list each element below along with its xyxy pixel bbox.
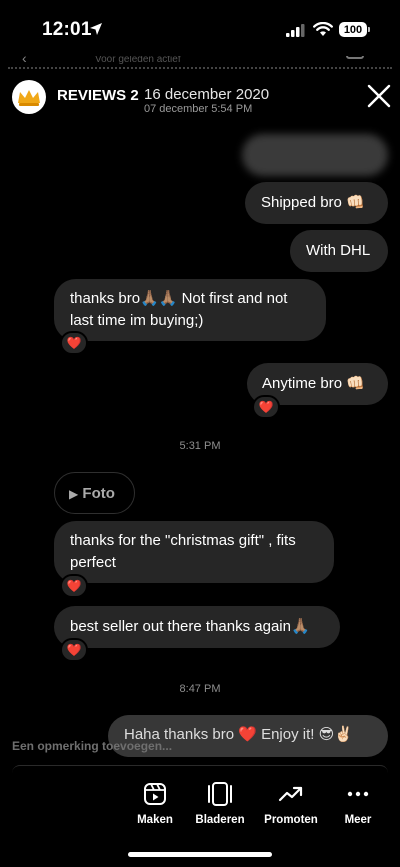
carousel-icon [208,782,232,806]
status-time: 12:01 [42,19,92,40]
battery-icon: 100 [339,22,367,37]
status-bar: 12:01 100 [0,0,400,62]
back-chevron-icon: ‹ [22,56,27,66]
toolbar-label: Meer [344,814,372,826]
story-header: REVIEWS 2 16 december 2020 07 december 5… [0,74,400,120]
battery-level: 100 [343,23,363,36]
account-name[interactable]: REVIEWS 2 [57,87,139,104]
message-bubble: thanks for the "christmas gift" , fits p… [54,521,334,583]
message-bubble: thanks bro🙏🏽🙏🏽 Not first and not last ti… [54,279,326,341]
timestamp: 8:47 PM [179,683,221,695]
story-date: 16 december 2020 [144,86,270,103]
video-call-icon [346,56,364,59]
toolbar-label: Maken [137,814,173,826]
promote-button[interactable]: Promoten [255,778,327,826]
comment-divider [12,765,388,773]
browse-button[interactable]: Bladeren [184,778,256,826]
message-bubble: With DHL [290,230,388,272]
toolbar-label: Promoten [264,814,318,826]
toolbar-label: Bladeren [195,814,245,826]
play-icon: ▶ [69,487,79,501]
avatar[interactable] [12,80,46,114]
message-text: With DHL [306,242,371,259]
more-button[interactable]: Meer [322,778,394,826]
photo-message[interactable]: ▶ Foto [54,472,135,514]
trend-up-icon [278,786,303,802]
more-icon [347,791,369,797]
message-text: best seller out there thanks again🙏🏽 [70,618,310,635]
message-text: thanks bro🙏🏽🙏🏽 Not first and not last ti… [70,290,288,329]
message-text: thanks for the "christmas gift" , fits p… [70,532,296,571]
heart-reaction[interactable]: ❤️ [60,331,88,355]
photo-label: Foto [82,485,115,502]
heart-reaction[interactable]: ❤️ [252,395,280,419]
message-bubble: best seller out there thanks again🙏🏽 [54,606,340,648]
message-text: Shipped bro 👊🏻 [261,194,365,211]
heart-reaction[interactable]: ❤️ [60,574,88,598]
message-text: Anytime bro 👊🏻 [262,375,365,392]
blurred-message [242,134,388,176]
battery-nub [368,27,370,32]
heart-reaction[interactable]: ❤️ [60,638,88,662]
home-indicator[interactable] [128,852,272,857]
background-strip: ‹ Voor geleden actief [0,56,400,70]
wifi-icon [313,22,333,36]
comment-input[interactable]: Een opmerking toevoegen... [12,739,172,753]
reel-icon [144,783,166,805]
story-subtitle: 07 december 5:54 PM [144,103,253,115]
crown-logo-icon [18,90,40,106]
dotted-divider [8,67,392,69]
bottom-toolbar: Maken Bladeren Promoten Meer [0,778,400,834]
close-icon[interactable] [366,83,392,109]
message-bubble: Shipped bro 👊🏻 [245,182,388,224]
cellular-signal-icon [286,24,305,37]
location-arrow-icon [90,23,102,35]
background-status-text: Voor geleden actief [95,56,181,65]
create-button[interactable]: Maken [119,778,191,826]
timestamp: 5:31 PM [179,440,221,452]
